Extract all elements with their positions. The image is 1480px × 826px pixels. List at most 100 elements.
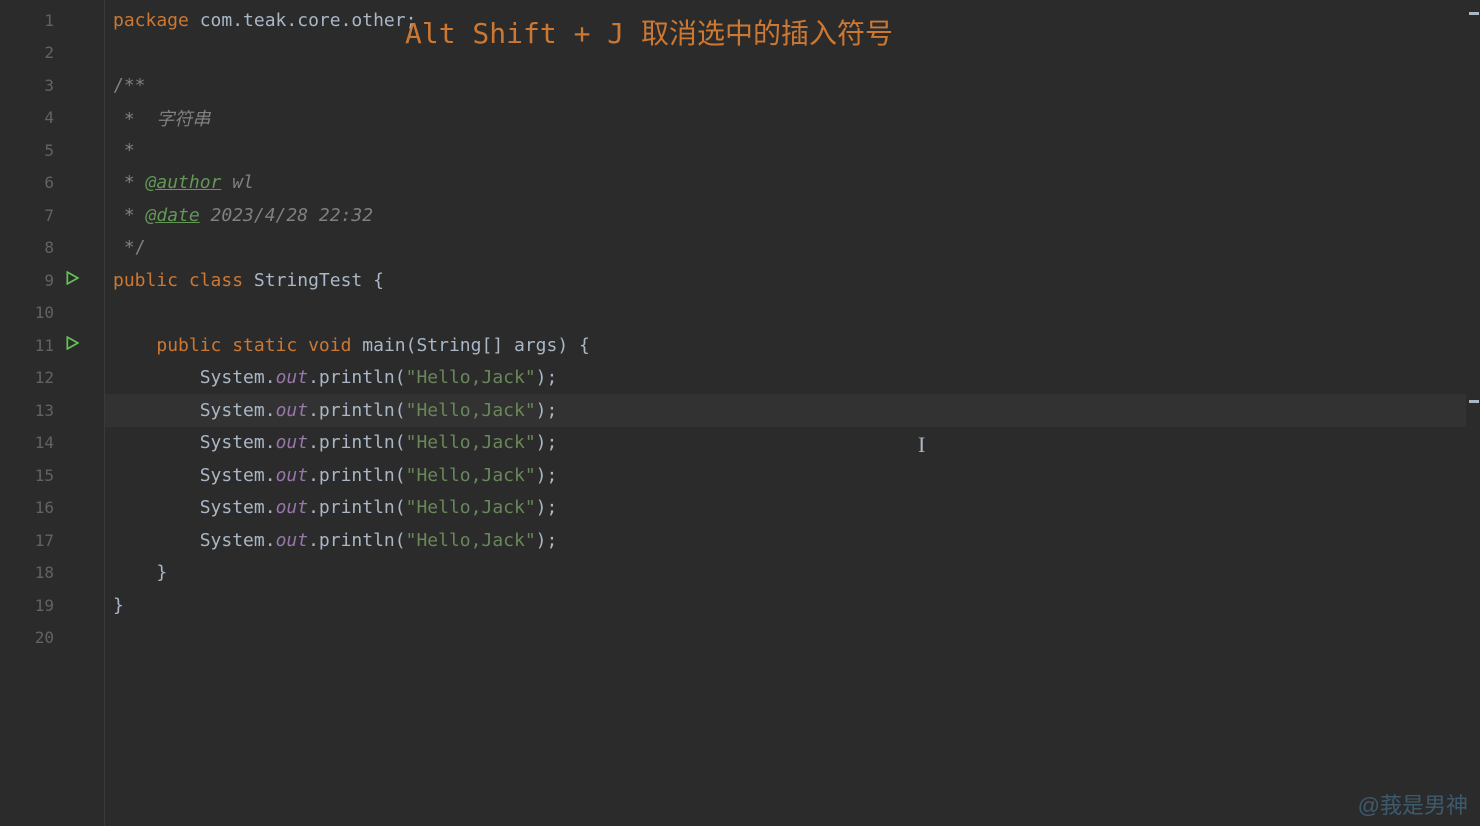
semicolon: ; [547,367,558,388]
code-line[interactable]: * @date 2023/4/28 22:32 [113,199,1480,232]
doc-tag: @author [146,172,222,193]
run-icon[interactable] [65,336,79,354]
string-literal: "Hello,Jack" [406,465,536,486]
code-line[interactable]: * @author wl [113,167,1480,200]
string-literal: "Hello,Jack" [406,530,536,551]
line-number-row[interactable]: 7 [0,199,104,232]
line-number-row[interactable]: 4 [0,102,104,135]
system: System. [200,432,276,453]
line-number: 16 [35,498,54,517]
line-number: 18 [35,563,54,582]
code-line[interactable] [113,297,1480,330]
semicolon: ; [547,497,558,518]
line-number: 2 [44,43,54,62]
code-area[interactable]: package com.teak.core.other; /** * 字符串 *… [105,0,1480,826]
class-name: StringTest [254,270,373,291]
doc-comment: * 字符串 [113,105,210,131]
line-number-row[interactable]: 3 [0,69,104,102]
line-number: 17 [35,531,54,550]
brace: { [579,335,590,356]
line-number-row[interactable]: 17 [0,524,104,557]
println: .println( [308,367,406,388]
watermark: @莪是男神 [1358,788,1468,820]
doc-tag: @date [146,205,200,226]
scroll-marker [1469,12,1479,15]
out-field: out [276,400,309,421]
code-editor[interactable]: 1 2 3 4 5 6 7 8 9 10 11 12 13 14 15 16 1… [0,0,1480,826]
line-number: 12 [35,368,54,387]
line-number: 8 [44,238,54,257]
line-number-row[interactable]: 10 [0,297,104,330]
line-number-row[interactable]: 19 [0,589,104,622]
params: (String[] args) [406,335,579,356]
keyword: package [113,10,200,31]
indent [113,367,200,388]
code-line[interactable]: System.out.println("Hello,Jack"); [113,427,1480,460]
line-number: 5 [44,141,54,160]
line-number: 3 [44,76,54,95]
system: System. [200,497,276,518]
doc-comment: /** [113,75,146,96]
code-line[interactable]: public class StringTest { [113,264,1480,297]
scrollbar[interactable] [1466,0,1480,826]
doc-value: wl [221,172,254,193]
code-line[interactable]: } [113,589,1480,622]
line-number-row[interactable]: 9 [0,264,104,297]
line-number: 13 [35,401,54,420]
code-line[interactable]: System.out.println("Hello,Jack"); [113,459,1480,492]
line-number-row[interactable]: 8 [0,232,104,265]
line-number-row[interactable]: 2 [0,37,104,70]
system: System. [200,400,276,421]
line-number-row[interactable]: 11 [0,329,104,362]
line-number: 4 [44,108,54,127]
run-icon[interactable] [65,271,79,289]
line-number: 7 [44,206,54,225]
indent [113,400,200,421]
line-number-row[interactable]: 18 [0,557,104,590]
line-number-row[interactable]: 6 [0,167,104,200]
close: ) [536,497,547,518]
string-literal: "Hello,Jack" [406,400,536,421]
line-number-row[interactable]: 20 [0,622,104,655]
close: ) [536,530,547,551]
shortcut-overlay: Alt Shift + J 取消选中的插入符号 [405,12,893,52]
println: .println( [308,400,406,421]
doc-comment: */ [113,237,146,258]
out-field: out [276,465,309,486]
line-number-row[interactable]: 13 [0,394,104,427]
close: ) [536,432,547,453]
keyword: static [232,335,308,356]
line-number-row[interactable]: 5 [0,134,104,167]
code-line[interactable]: * 字符串 [113,102,1480,135]
semicolon: ; [547,400,558,421]
println: .println( [308,497,406,518]
line-number-row[interactable]: 1 [0,4,104,37]
brace: } [156,562,167,583]
line-number-row[interactable]: 14 [0,427,104,460]
keyword: public [113,270,189,291]
code-line-current[interactable]: System.out.println("Hello,Jack"); [105,394,1480,427]
doc-value: 2023/4/28 22:32 [200,205,373,226]
println: .println( [308,432,406,453]
code-line[interactable]: System.out.println("Hello,Jack"); [113,524,1480,557]
code-line[interactable]: /** [113,69,1480,102]
system: System. [200,367,276,388]
out-field: out [276,432,309,453]
code-line[interactable]: * [113,134,1480,167]
code-line[interactable]: System.out.println("Hello,Jack"); [113,492,1480,525]
text-cursor-icon: I [918,432,925,458]
code-line[interactable]: */ [113,232,1480,265]
code-line[interactable]: public static void main(String[] args) { [113,329,1480,362]
line-number-row[interactable]: 12 [0,362,104,395]
method-name: main [362,335,405,356]
line-number: 9 [44,271,54,290]
line-number-row[interactable]: 15 [0,459,104,492]
package-name: com.teak.core.other [200,10,406,31]
code-line[interactable] [113,622,1480,655]
keyword: public [156,335,232,356]
code-line[interactable]: } [113,557,1480,590]
code-line[interactable]: System.out.println("Hello,Jack"); [113,362,1480,395]
line-number-row[interactable]: 16 [0,492,104,525]
line-number: 14 [35,433,54,452]
doc-comment: * [113,172,146,193]
